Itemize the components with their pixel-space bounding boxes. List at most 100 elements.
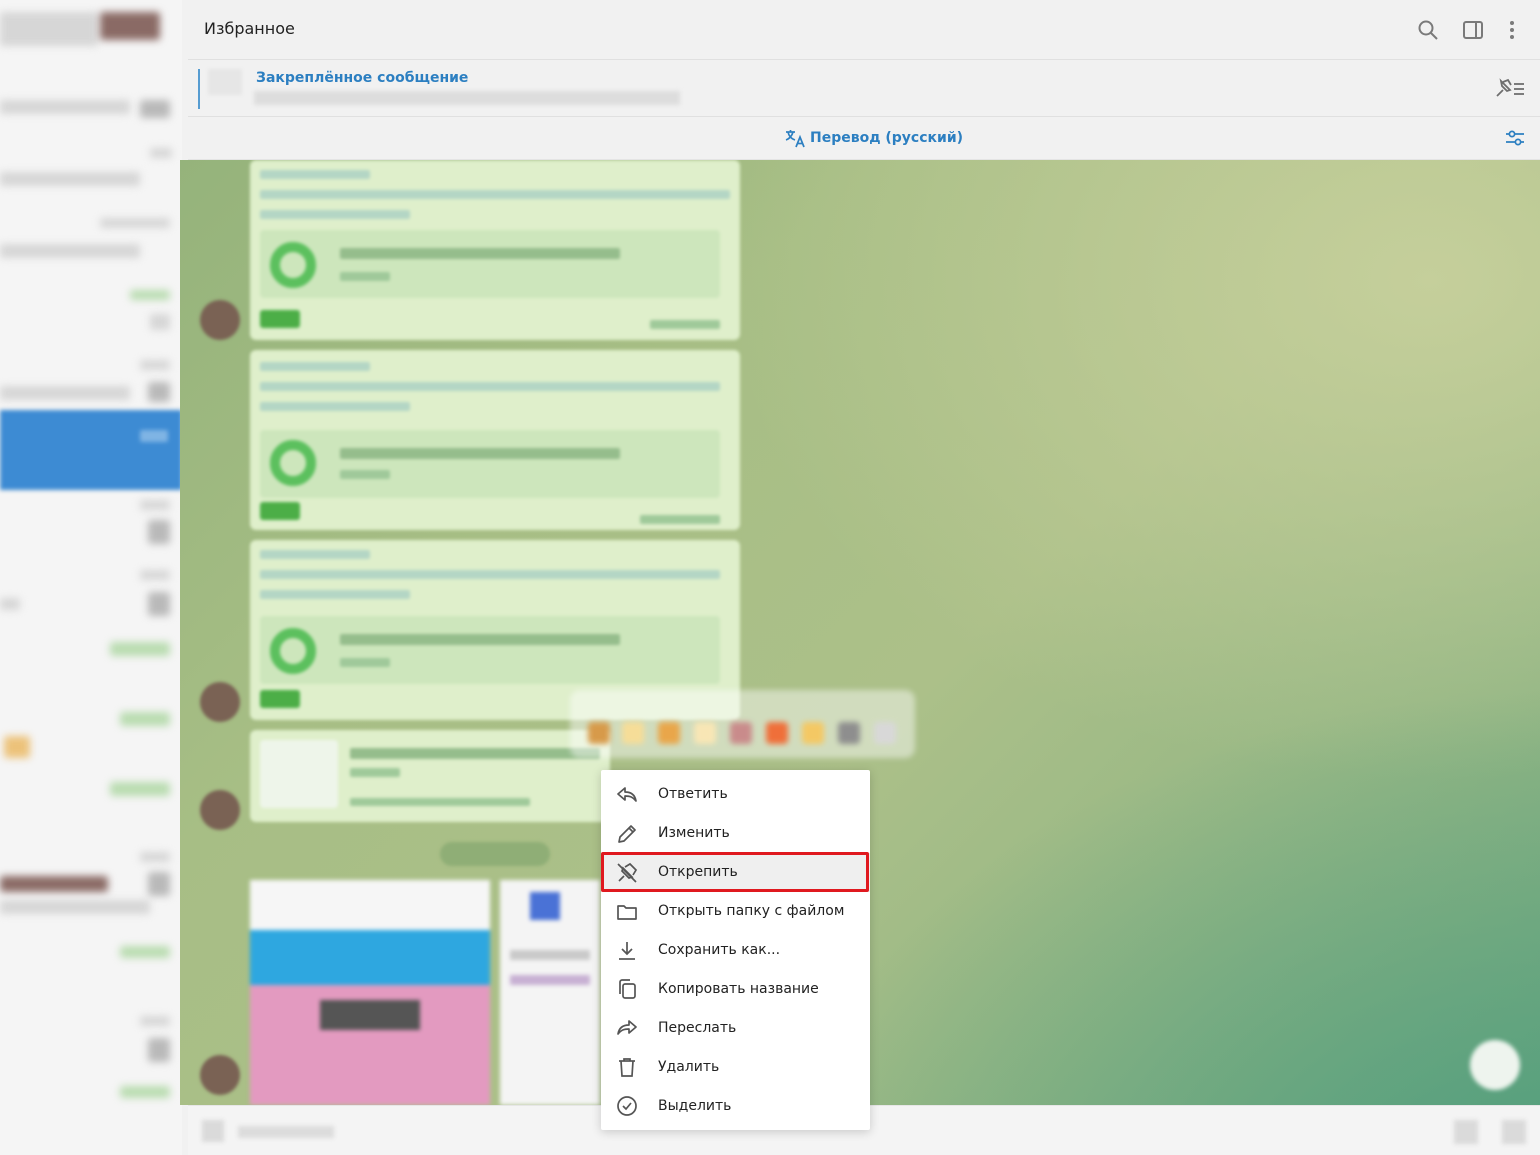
file-size [340,658,390,667]
search-icon[interactable] [1416,18,1440,42]
chat-list-sidebar [0,0,182,1155]
scroll-down-button[interactable] [1470,1040,1520,1090]
chat-list-item[interactable] [0,598,20,610]
message-time [640,515,720,524]
chat-list-item-preview [0,900,150,914]
sender-avatar[interactable] [200,300,240,340]
folder-icon [617,904,637,920]
message-text-line [260,210,410,219]
unpin-icon [617,862,638,883]
message-bubble-selected[interactable] [250,730,610,822]
pin-list-icon[interactable] [1494,77,1526,99]
translate-label: Перевод (русский) [810,130,964,146]
settings-sliders-icon[interactable] [1504,127,1526,149]
message-text-line [260,570,720,579]
file-attachment[interactable] [260,430,720,498]
menu-item-select[interactable]: Выделить [601,1086,870,1125]
chat-list-item-time [140,500,170,510]
sidebar-toggle-icon[interactable] [1461,18,1485,42]
menu-item-delete[interactable]: Удалить [601,1047,870,1086]
forward-icon [617,1020,637,1036]
sidebar-avatar-blur [100,12,160,40]
message-bubble[interactable] [250,350,740,530]
pinned-message-bar[interactable]: Закреплённое сообщение [188,61,1540,117]
message-text-line [260,362,370,371]
reaction-emoji[interactable] [838,722,860,744]
image-message[interactable] [250,880,490,1105]
chat-list-item[interactable] [0,876,108,892]
message-time [350,798,530,806]
reaction-emoji[interactable] [730,722,752,744]
sender-avatar[interactable] [200,790,240,830]
chat-list-item[interactable] [0,244,140,258]
message-text-line [260,170,370,179]
menu-item-unpin[interactable]: Открепить [601,852,870,892]
message-bubble[interactable] [250,160,740,340]
reaction-emoji[interactable] [766,722,788,744]
menu-item-forward[interactable]: Переслать [601,1008,870,1047]
edit-pencil-icon [618,825,636,843]
sender-avatar[interactable] [200,1055,240,1095]
file-size [350,768,400,777]
menu-item-edit[interactable]: Изменить [601,814,870,853]
file-attachment[interactable] [260,616,720,684]
reaction-emoji[interactable] [622,722,644,744]
chat-list-item-time [120,946,170,958]
menu-item-label: Копировать название [658,980,819,997]
file-name [340,248,620,259]
context-menu: Ответить Изменить Открепить Открыть папк… [601,770,870,1130]
reply-icon [617,787,637,802]
file-icon [270,440,316,486]
chat-list-item-badge [148,872,170,896]
translate-bar: Перевод (русский) [188,118,1540,160]
file-name [340,448,620,459]
chat-list-item-time [130,290,170,300]
sender-avatar[interactable] [200,682,240,722]
menu-item-label: Выделить [658,1097,732,1114]
chat-list-item-badge [148,592,170,616]
chat-list-item-selected[interactable] [0,410,182,490]
copy-icon [619,979,636,1000]
menu-item-save-as[interactable]: Сохранить как... [601,931,870,970]
reaction-emoji[interactable] [694,722,716,744]
reaction-emoji[interactable] [658,722,680,744]
chat-list-item-time [110,782,170,796]
menu-item-open-folder[interactable]: Открыть папку с файлом [601,892,870,931]
message-tag [260,502,300,520]
chat-list-item-badge [140,430,168,442]
reaction-picker[interactable] [570,690,915,758]
message-tag [260,690,300,708]
menu-item-copy-name[interactable]: Копировать название [601,969,870,1008]
file-attachment[interactable] [260,230,720,298]
sidebar-search-blur [0,12,98,46]
date-divider [440,842,550,866]
message-time [650,320,720,329]
pinned-title: Закреплённое сообщение [256,70,469,86]
chat-title[interactable]: Избранное [204,19,295,38]
attach-icon[interactable] [202,1120,224,1142]
chat-list-item-badge [148,520,170,544]
menu-item-reply[interactable]: Ответить [601,775,870,814]
translate-icon [785,130,805,148]
reaction-emoji[interactable] [588,722,610,744]
chat-list-item-time [140,570,170,580]
reaction-emoji[interactable] [874,722,896,744]
more-vertical-icon[interactable] [1500,18,1524,42]
chat-list-item[interactable] [0,100,130,114]
chat-list-item-badge [150,314,170,330]
chat-list-item-time [140,1016,170,1026]
menu-item-label: Переслать [658,1019,737,1036]
microphone-icon[interactable] [1502,1120,1526,1144]
reaction-emoji[interactable] [802,722,824,744]
message-input[interactable] [238,1126,334,1138]
chat-list-item[interactable] [0,386,130,400]
translate-button[interactable]: Перевод (русский) [784,128,963,148]
file-size [340,272,390,281]
chat-list-item-time [100,218,170,228]
emoji-icon[interactable] [1454,1120,1478,1144]
file-thumbnail [260,740,338,808]
chat-list-item[interactable] [0,172,140,186]
message-text-line [260,402,410,411]
image-message[interactable] [500,880,600,1105]
pinned-thumbnail [208,69,242,95]
